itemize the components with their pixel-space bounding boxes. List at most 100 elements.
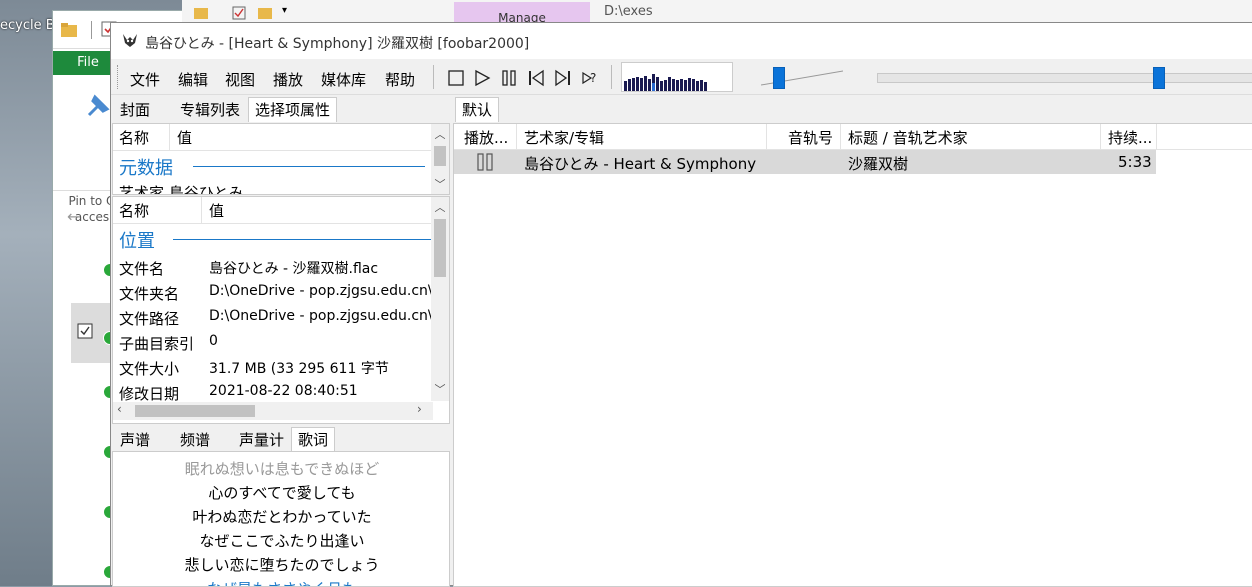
window-titlebar: 島谷ひとみ - [Heart & Symphony] 沙羅双樹 [foobar2… bbox=[111, 23, 1252, 59]
play-icon[interactable] bbox=[473, 69, 491, 87]
column-divider[interactable] bbox=[1100, 124, 1101, 150]
scroll-thumb[interactable] bbox=[434, 146, 446, 166]
menu-file[interactable]: 文件 bbox=[130, 69, 160, 90]
property-name: 文件夹名 bbox=[119, 285, 180, 303]
toolbar-separator bbox=[433, 65, 434, 89]
dropdown-arrow-icon[interactable]: ▾ bbox=[282, 5, 287, 16]
back-arrow-icon[interactable]: ← bbox=[67, 207, 80, 226]
playlist-header: 播放... 艺术家/专辑 音轨号 标题 / 音轨艺术家 持续... bbox=[454, 124, 1252, 150]
next-icon[interactable] bbox=[554, 69, 572, 87]
address-path[interactable]: D:\exes bbox=[604, 4, 653, 19]
manage-tab[interactable]: Manage bbox=[454, 2, 590, 24]
column-playing[interactable]: 播放... bbox=[464, 127, 508, 148]
tab-spectrogram[interactable]: 声谱 bbox=[113, 427, 157, 453]
location-scrollbar[interactable]: ︿ ﹀ bbox=[431, 197, 449, 401]
tab-selection-properties[interactable]: 选择项属性 bbox=[248, 97, 338, 122]
menu-library[interactable]: 媒体库 bbox=[321, 69, 366, 90]
tab-default-playlist[interactable]: 默认 bbox=[455, 97, 500, 122]
playlist-row[interactable]: 島谷ひとみ - Heart & Symphony 沙羅双樹 5:33 bbox=[454, 150, 1156, 174]
property-row[interactable]: 子曲目索引 0 bbox=[113, 330, 433, 355]
metadata-row-partial: 艺术家 島谷ひとみ bbox=[119, 184, 244, 195]
horizontal-scroll-thumb[interactable] bbox=[135, 405, 255, 417]
column-divider[interactable] bbox=[1156, 124, 1157, 150]
row-checkbox-icon[interactable] bbox=[77, 323, 93, 339]
row-title: 沙羅双樹 bbox=[848, 155, 909, 173]
lyric-line: 眠れぬ想いは息もできぬほど bbox=[184, 460, 380, 478]
property-row[interactable]: 文件名 島谷ひとみ - 沙羅双樹.flac bbox=[113, 255, 433, 280]
lyric-line: なぜここでふたり出逢い bbox=[199, 532, 365, 550]
header-name[interactable]: 名称 bbox=[119, 200, 149, 221]
recycle-bin-label[interactable]: ecycle B bbox=[0, 18, 55, 33]
bottom-panel-tabs: 声谱 频谱 声量计 歌词 bbox=[111, 425, 451, 453]
volume-slider-thumb[interactable] bbox=[773, 67, 785, 89]
location-section-title: 位置 bbox=[119, 231, 155, 252]
column-divider[interactable] bbox=[516, 124, 517, 150]
menu-view[interactable]: 视图 bbox=[225, 69, 255, 90]
tab-spectrum[interactable]: 频谱 bbox=[173, 427, 217, 453]
tab-album-list[interactable]: 专辑列表 bbox=[173, 97, 247, 123]
scroll-up-icon[interactable]: ︿ bbox=[431, 126, 449, 142]
property-row[interactable]: 文件路径 D:\OneDrive - pop.zjgsu.edu.cn\Ec bbox=[113, 305, 433, 330]
header-value[interactable]: 值 bbox=[209, 200, 224, 221]
column-divider[interactable] bbox=[840, 124, 841, 150]
folder-icon bbox=[61, 23, 77, 37]
column-duration[interactable]: 持续... bbox=[1108, 127, 1152, 148]
scroll-down-icon[interactable]: ﹀ bbox=[431, 176, 449, 192]
pin-icon[interactable] bbox=[83, 93, 111, 121]
window-title: 島谷ひとみ - [Heart & Symphony] 沙羅双樹 [foobar2… bbox=[145, 36, 530, 52]
pause-icon[interactable] bbox=[500, 69, 518, 87]
scroll-thumb[interactable] bbox=[434, 219, 446, 277]
lyric-line: 心のすべてで愛しても bbox=[208, 484, 356, 502]
spectrum-bars bbox=[624, 74, 707, 91]
menu-help[interactable]: 帮助 bbox=[385, 69, 415, 90]
scroll-right-icon[interactable]: › bbox=[417, 402, 422, 416]
column-divider[interactable] bbox=[201, 197, 202, 223]
property-value: D:\OneDrive - pop.zjgsu.edu.cn\Ec bbox=[209, 283, 433, 299]
property-value: D:\OneDrive - pop.zjgsu.edu.cn\Ec bbox=[209, 308, 433, 324]
stop-icon[interactable] bbox=[447, 69, 465, 87]
property-name: 文件名 bbox=[119, 260, 165, 278]
property-name: 修改日期 bbox=[119, 385, 180, 403]
lyric-line: 叶わぬ恋だとわかっていた bbox=[192, 508, 372, 526]
metadata-scrollbar[interactable]: ︿ ﹀ bbox=[431, 124, 449, 194]
property-name: 子曲目索引 bbox=[119, 335, 195, 353]
lyrics-panel[interactable]: 眠れぬ想いは息もできぬほど 心のすべてで愛しても 叶わぬ恋だとわかっていた なぜ… bbox=[112, 451, 450, 587]
pause-state-icon bbox=[477, 153, 493, 171]
menu-playback[interactable]: 播放 bbox=[273, 69, 303, 90]
property-value: 2021-08-22 08:40:51 bbox=[209, 383, 358, 399]
column-track-no[interactable]: 音轨号 bbox=[788, 127, 833, 148]
tab-vu-meter[interactable]: 声量计 bbox=[232, 427, 291, 453]
toolbar-separator bbox=[611, 65, 612, 89]
properties-header: 名称 值 bbox=[113, 124, 433, 151]
tab-cover[interactable]: 封面 bbox=[113, 97, 157, 123]
toolbar-grip[interactable] bbox=[117, 65, 119, 89]
scroll-down-icon[interactable]: ﹀ bbox=[431, 381, 449, 397]
column-divider[interactable] bbox=[169, 124, 170, 150]
header-name[interactable]: 名称 bbox=[119, 127, 149, 148]
playlist-view[interactable]: 播放... 艺术家/专辑 音轨号 标题 / 音轨艺术家 持续... 島谷ひとみ … bbox=[453, 123, 1252, 587]
main-toolbar: 文件 编辑 视图 播放 媒体库 帮助 ? bbox=[111, 59, 1252, 95]
seek-bar-thumb[interactable] bbox=[1153, 67, 1165, 89]
spectrum-visualizer bbox=[621, 62, 733, 92]
horizontal-scrollbar[interactable]: ‹ › bbox=[113, 402, 433, 420]
column-title-artist[interactable]: 标题 / 音轨艺术家 bbox=[848, 127, 968, 148]
scroll-left-icon[interactable]: ‹ bbox=[117, 402, 122, 416]
checkbox-icon[interactable] bbox=[232, 6, 246, 20]
menu-edit[interactable]: 编辑 bbox=[178, 69, 208, 90]
separator bbox=[91, 21, 92, 39]
property-row[interactable]: 文件夹名 D:\OneDrive - pop.zjgsu.edu.cn\Ec bbox=[113, 280, 433, 305]
left-panel-tabs: 封面 专辑列表 选择项属性 bbox=[111, 95, 451, 123]
random-icon[interactable]: ? bbox=[581, 69, 599, 87]
column-artist-album[interactable]: 艺术家/专辑 bbox=[524, 127, 604, 148]
seek-bar-track[interactable] bbox=[877, 73, 1252, 83]
folder-icon bbox=[258, 8, 272, 19]
scroll-up-icon[interactable]: ︿ bbox=[431, 199, 449, 215]
column-divider[interactable] bbox=[766, 124, 767, 150]
property-row[interactable]: 文件大小 31.7 MB (33 295 611 字节 bbox=[113, 355, 433, 380]
property-name: 文件路径 bbox=[119, 310, 180, 328]
tab-lyrics[interactable]: 歌词 bbox=[291, 427, 336, 452]
header-value[interactable]: 值 bbox=[177, 127, 192, 148]
property-name: 文件大小 bbox=[119, 360, 180, 378]
property-value: 31.7 MB (33 295 611 字节 bbox=[209, 361, 389, 377]
previous-icon[interactable] bbox=[527, 69, 545, 87]
